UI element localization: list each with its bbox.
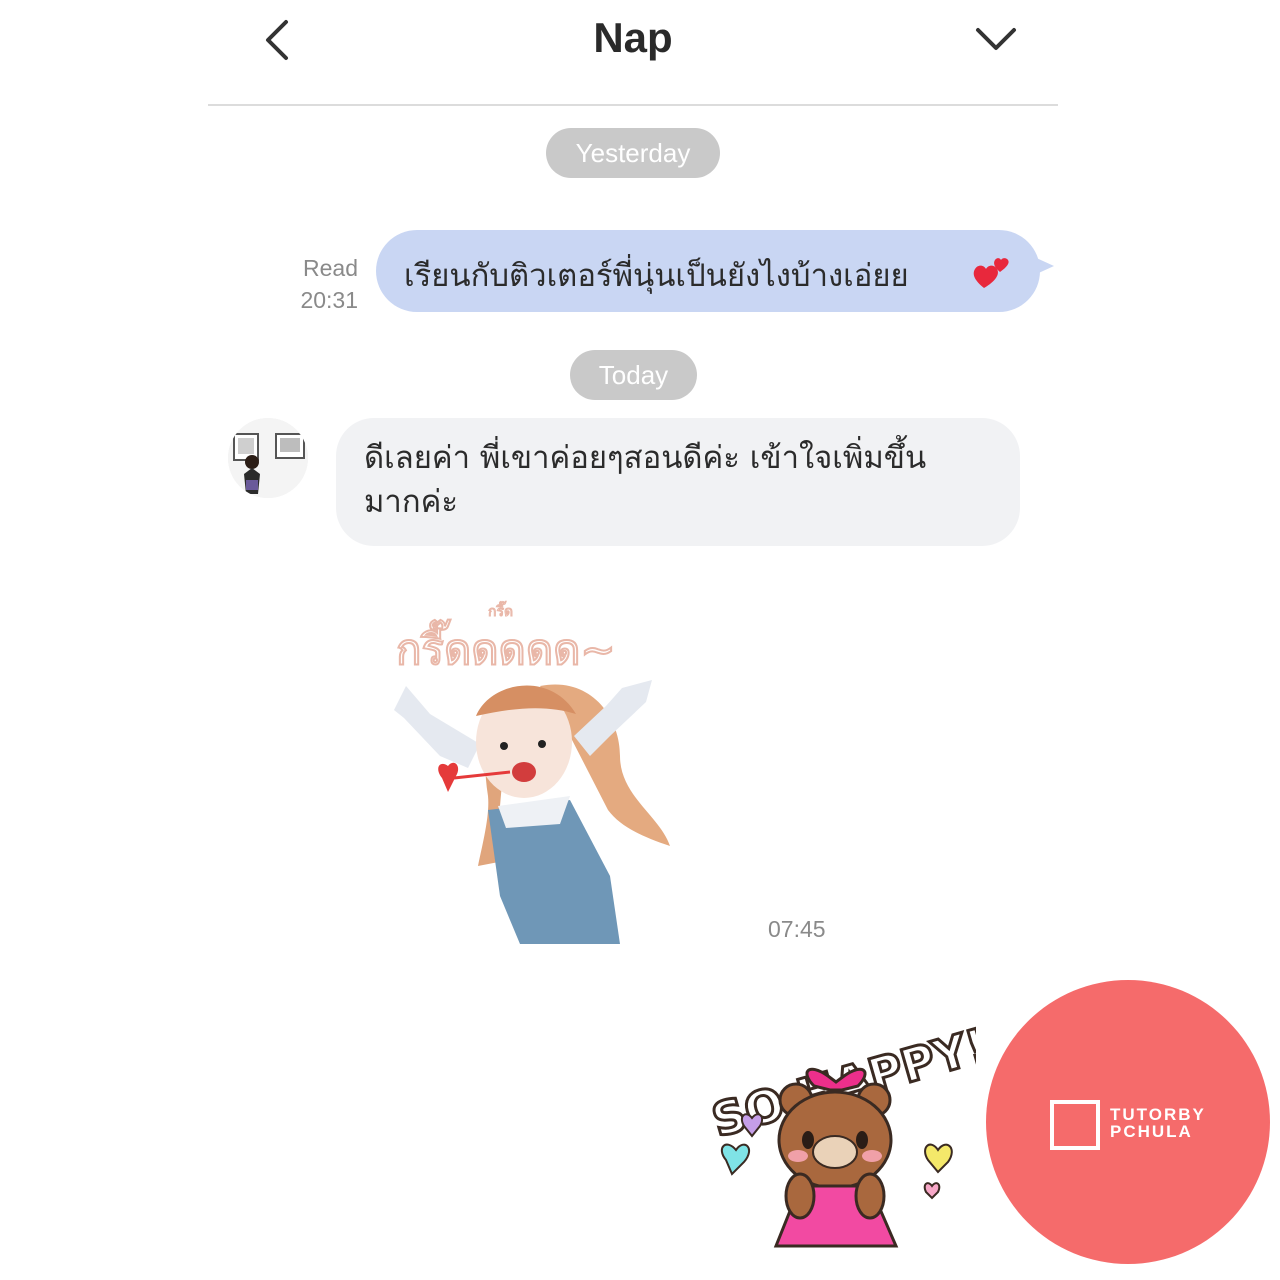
chat-header: Nap <box>208 0 1058 106</box>
girl-sticker[interactable]: กรี๊ดดดดด~ กรี๊ด <box>370 596 732 948</box>
message-time: 20:31 <box>300 287 358 313</box>
date-divider-today: Today <box>570 350 697 400</box>
chat-title: Nap <box>593 14 673 61</box>
incoming-message-text: ดีเลยค่า พี่เขาค่อยๆสอนดีค่ะ เข้าใจเพิ่ม… <box>364 436 994 524</box>
date-divider-yesterday: Yesterday <box>546 128 720 178</box>
brand-name: TUTORBY PCHULA <box>1110 1106 1240 1140</box>
incoming-message-bubble[interactable]: ดีเลยค่า พี่เขาค่อยๆสอนดีค่ะ เข้าใจเพิ่ม… <box>336 418 1020 546</box>
brand-line: PCHULA <box>1110 1122 1193 1141</box>
outgoing-message-text: เรียนกับติวเตอร์พี่นุ่นเป็นยังไงบ้างเอ่ย… <box>404 258 909 294</box>
bear-sticker[interactable]: SO HAPPY! <box>696 1010 996 1274</box>
brand-logo-square <box>1050 1100 1100 1150</box>
read-receipt: Read 20:31 <box>280 252 358 316</box>
outgoing-message-bubble[interactable]: เรียนกับติวเตอร์พี่นุ่นเป็นยังไงบ้างเอ่ย… <box>376 230 1054 312</box>
bubble-tail <box>1032 256 1054 276</box>
chat-menu-button[interactable] <box>974 24 1018 56</box>
two-hearts-icon <box>973 258 1009 288</box>
brand-line: TUTORBY <box>1110 1105 1206 1124</box>
chevron-down-icon <box>976 28 1016 50</box>
contact-avatar[interactable] <box>228 418 308 498</box>
incoming-message-line: มากค่ะ <box>364 484 458 520</box>
read-label: Read <box>303 255 358 281</box>
sticker-time: 07:45 <box>768 916 826 942</box>
incoming-message-line: ดีเลยค่า พี่เขาค่อยๆสอนดีค่ะ เข้าใจเพิ่ม… <box>364 440 927 476</box>
sticker-text: กรี๊ดดดดด~ <box>396 619 616 674</box>
sticker-small-text: กรี๊ด <box>488 601 513 620</box>
brand-watermark: TUTORBY PCHULA <box>986 980 1270 1264</box>
